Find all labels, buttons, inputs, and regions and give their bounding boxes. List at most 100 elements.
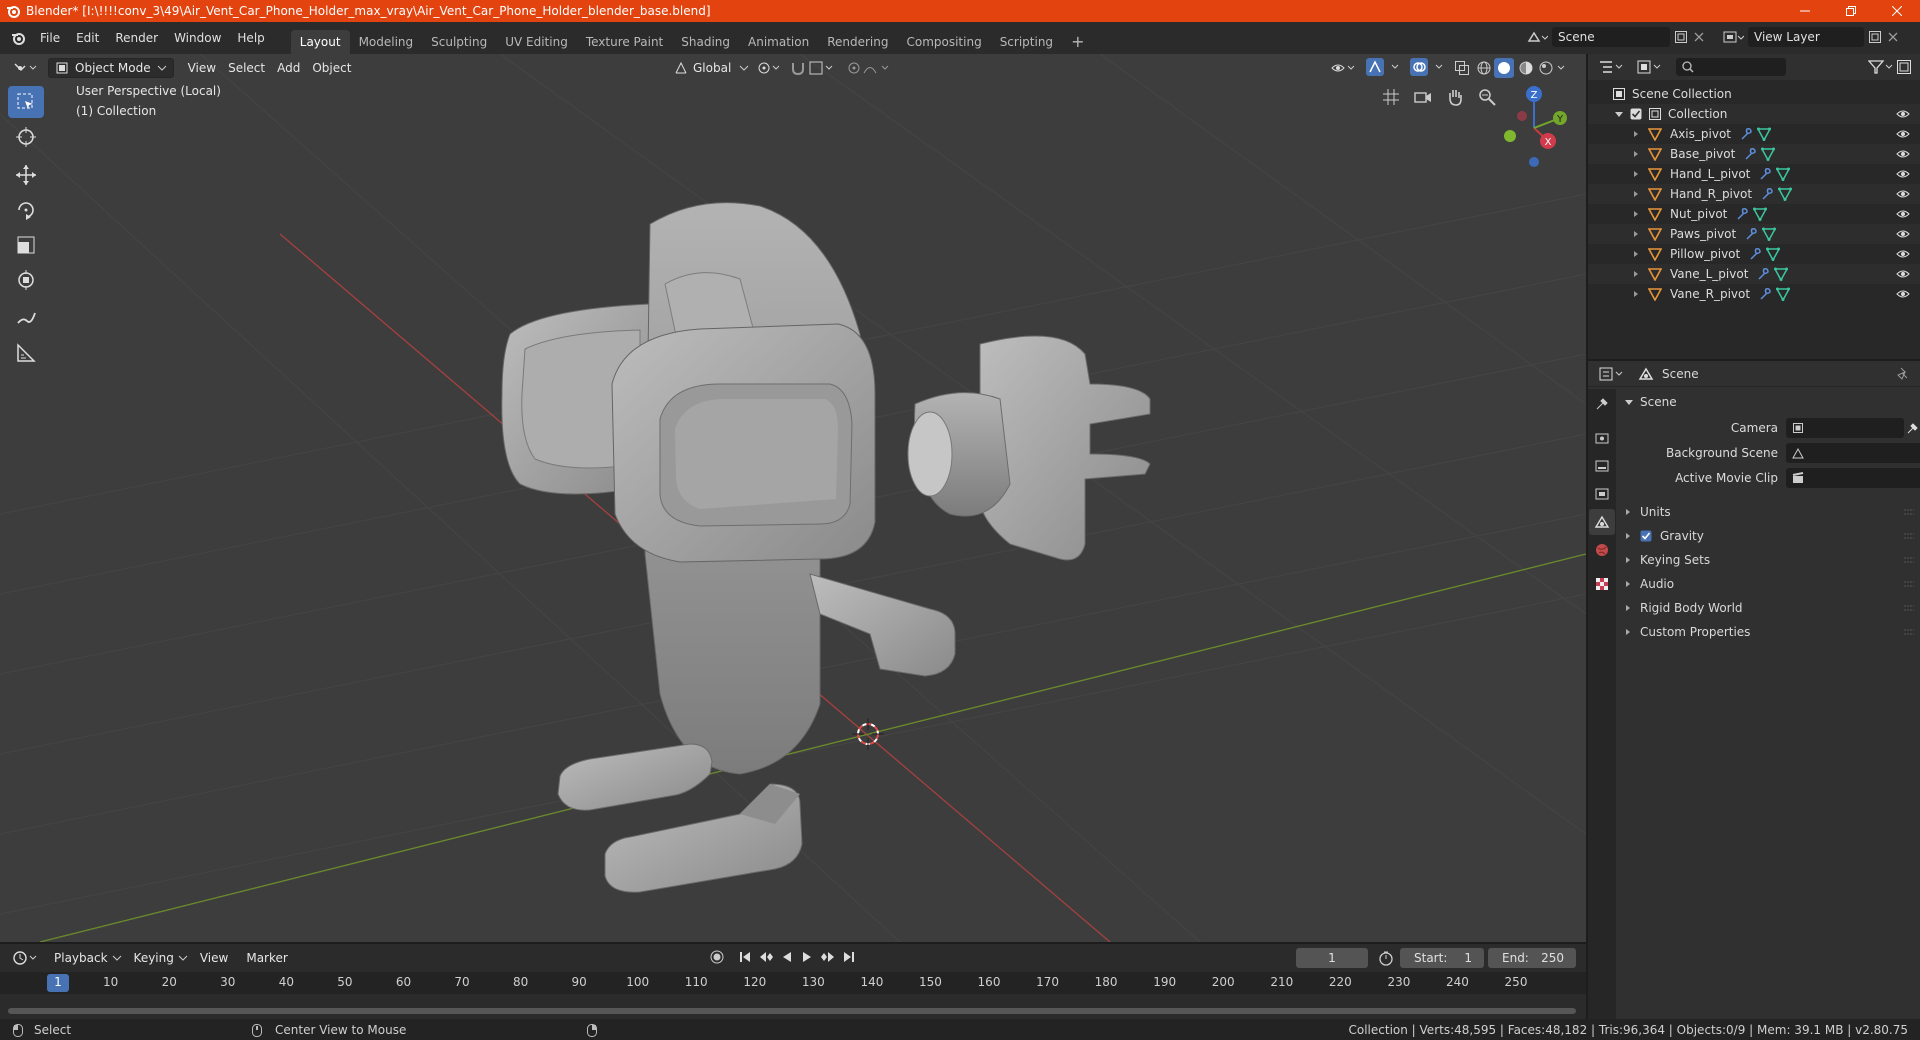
properties-section-header[interactable]: Audio <box>1624 573 1914 595</box>
gizmo-toggle-icon[interactable] <box>1366 58 1404 76</box>
outliner-object-row[interactable]: Hand_L_pivot <box>1588 164 1920 184</box>
expand-arrow-icon[interactable] <box>1632 130 1640 138</box>
scene-selector[interactable]: Scene <box>1526 27 1704 47</box>
solid-shading-icon[interactable] <box>1494 58 1514 78</box>
tab-sculpting[interactable]: Sculpting <box>422 30 496 54</box>
tab-compositing[interactable]: Compositing <box>897 30 990 54</box>
modifier-wrench-icon[interactable] <box>1760 187 1774 201</box>
navigation-gizmo[interactable]: Z X Y <box>1490 84 1580 170</box>
scene-name-field[interactable]: Scene <box>1552 27 1670 47</box>
properties-section-header[interactable]: Custom Properties <box>1624 621 1914 643</box>
outliner-object-row[interactable]: Nut_pivot <box>1588 204 1920 224</box>
expand-arrow-icon[interactable] <box>1632 170 1640 178</box>
modifier-wrench-icon[interactable] <box>1743 147 1757 161</box>
scene-tab[interactable] <box>1589 509 1615 535</box>
menu-object[interactable]: Object <box>306 58 357 78</box>
drag-handle-icon[interactable] <box>1904 556 1914 564</box>
tab-uv-editing[interactable]: UV Editing <box>496 30 577 54</box>
playback-menu[interactable]: Playback <box>48 948 128 968</box>
properties-section-header[interactable]: Units <box>1624 501 1914 523</box>
delete-view-layer-icon[interactable] <box>1888 32 1898 42</box>
modifier-wrench-icon[interactable] <box>1748 247 1762 261</box>
play-icon[interactable] <box>800 950 814 964</box>
modifier-wrench-icon[interactable] <box>1735 207 1749 221</box>
outliner-object-row[interactable]: Axis_pivot <box>1588 124 1920 144</box>
record-icon[interactable] <box>710 950 724 964</box>
modifier-wrench-icon[interactable] <box>1756 267 1770 281</box>
3d-viewport[interactable]: Object Mode View Select Add Object Globa… <box>0 54 1586 942</box>
expand-arrow-icon[interactable] <box>1632 250 1640 258</box>
delete-scene-icon[interactable] <box>1694 32 1704 42</box>
menu-add[interactable]: Add <box>271 58 306 78</box>
output-tab[interactable] <box>1589 453 1615 479</box>
mesh-data-icon[interactable] <box>1776 287 1791 301</box>
modifier-wrench-icon[interactable] <box>1758 167 1772 181</box>
eye-icon[interactable] <box>1896 249 1910 259</box>
render-tab[interactable] <box>1589 425 1615 451</box>
drag-handle-icon[interactable] <box>1904 604 1914 612</box>
play-reverse-icon[interactable] <box>780 950 794 964</box>
expand-arrow-icon[interactable] <box>1632 270 1640 278</box>
timeline-view-menu[interactable]: View <box>194 948 234 968</box>
tab-texture-paint[interactable]: Texture Paint <box>577 30 672 54</box>
properties-section-header[interactable]: Gravity <box>1624 525 1914 547</box>
outliner-object-row[interactable]: Vane_L_pivot <box>1588 264 1920 284</box>
pan-hand-icon[interactable] <box>1446 88 1464 106</box>
outliner-object-row[interactable]: Pillow_pivot <box>1588 244 1920 264</box>
measure-tool[interactable] <box>8 337 44 369</box>
eye-icon[interactable] <box>1896 169 1910 179</box>
outliner-scene-collection[interactable]: Scene Collection <box>1588 84 1920 104</box>
tool-tab[interactable] <box>1589 391 1615 417</box>
rendered-shading-icon[interactable] <box>1538 60 1568 76</box>
xray-toggle-icon[interactable] <box>1454 60 1470 76</box>
jump-start-icon[interactable] <box>738 950 752 964</box>
menu-view[interactable]: View <box>182 58 222 78</box>
proportional-editing-icon[interactable] <box>846 60 896 76</box>
menu-render[interactable]: Render <box>107 27 166 49</box>
active-movie-clip-field[interactable] <box>1786 468 1920 488</box>
menu-help[interactable]: Help <box>229 27 272 49</box>
eye-icon[interactable] <box>1896 109 1910 119</box>
tab-scripting[interactable]: Scripting <box>991 30 1062 54</box>
menu-file[interactable]: File <box>32 27 68 49</box>
properties-editor-type-icon[interactable] <box>1598 366 1624 382</box>
mesh-data-icon[interactable] <box>1778 187 1793 201</box>
expand-arrow-icon[interactable] <box>1632 290 1640 298</box>
mesh-data-icon[interactable] <box>1762 227 1777 241</box>
marker-menu[interactable]: Marker <box>240 948 293 968</box>
camera-field[interactable] <box>1786 418 1904 438</box>
display-mode-icon[interactable] <box>1636 59 1662 75</box>
outliner-object-row[interactable]: Base_pivot <box>1588 144 1920 164</box>
frame-ruler[interactable]: 1 10 20 30 40 50 60 70 80 90 100 110 120 130 140 150 160… <box>0 972 1586 994</box>
view-layer-selector[interactable]: View Layer <box>1722 27 1898 47</box>
world-tab[interactable] <box>1589 537 1615 563</box>
viewport-scene[interactable] <box>0 54 1586 942</box>
outliner-object-row[interactable]: Vane_R_pivot <box>1588 284 1920 304</box>
keying-menu[interactable]: Keying <box>128 948 194 968</box>
cursor-tool[interactable] <box>8 121 44 153</box>
view-layer-field[interactable]: View Layer <box>1748 27 1864 47</box>
pivot-point-icon[interactable] <box>756 60 782 76</box>
gravity-checkbox[interactable] <box>1640 530 1652 542</box>
start-frame-field[interactable]: Start: 1 <box>1400 948 1484 968</box>
modifier-wrench-icon[interactable] <box>1739 127 1753 141</box>
tab-animation[interactable]: Animation <box>739 30 818 54</box>
outliner-editor-type-icon[interactable] <box>1598 59 1624 75</box>
modifier-wrench-icon[interactable] <box>1744 227 1758 241</box>
transform-orientation-selector[interactable]: Global <box>668 58 755 78</box>
end-frame-field[interactable]: End: 250 <box>1488 948 1576 968</box>
mesh-data-icon[interactable] <box>1761 147 1776 161</box>
eye-icon[interactable] <box>1896 269 1910 279</box>
outliner-object-row[interactable]: Paws_pivot <box>1588 224 1920 244</box>
mesh-data-icon[interactable] <box>1753 207 1768 221</box>
phone-holder-model[interactable] <box>501 202 1151 893</box>
eyedropper-icon[interactable] <box>1906 421 1920 435</box>
background-scene-field[interactable] <box>1786 443 1920 463</box>
view-layer-tab[interactable] <box>1589 481 1615 507</box>
tab-layout[interactable]: Layout <box>290 30 350 54</box>
new-collection-icon[interactable] <box>1896 59 1912 75</box>
expand-arrow-icon[interactable] <box>1632 230 1640 238</box>
drag-handle-icon[interactable] <box>1904 532 1914 540</box>
editor-type-icon[interactable] <box>12 60 38 76</box>
tab-shading[interactable]: Shading <box>672 30 739 54</box>
